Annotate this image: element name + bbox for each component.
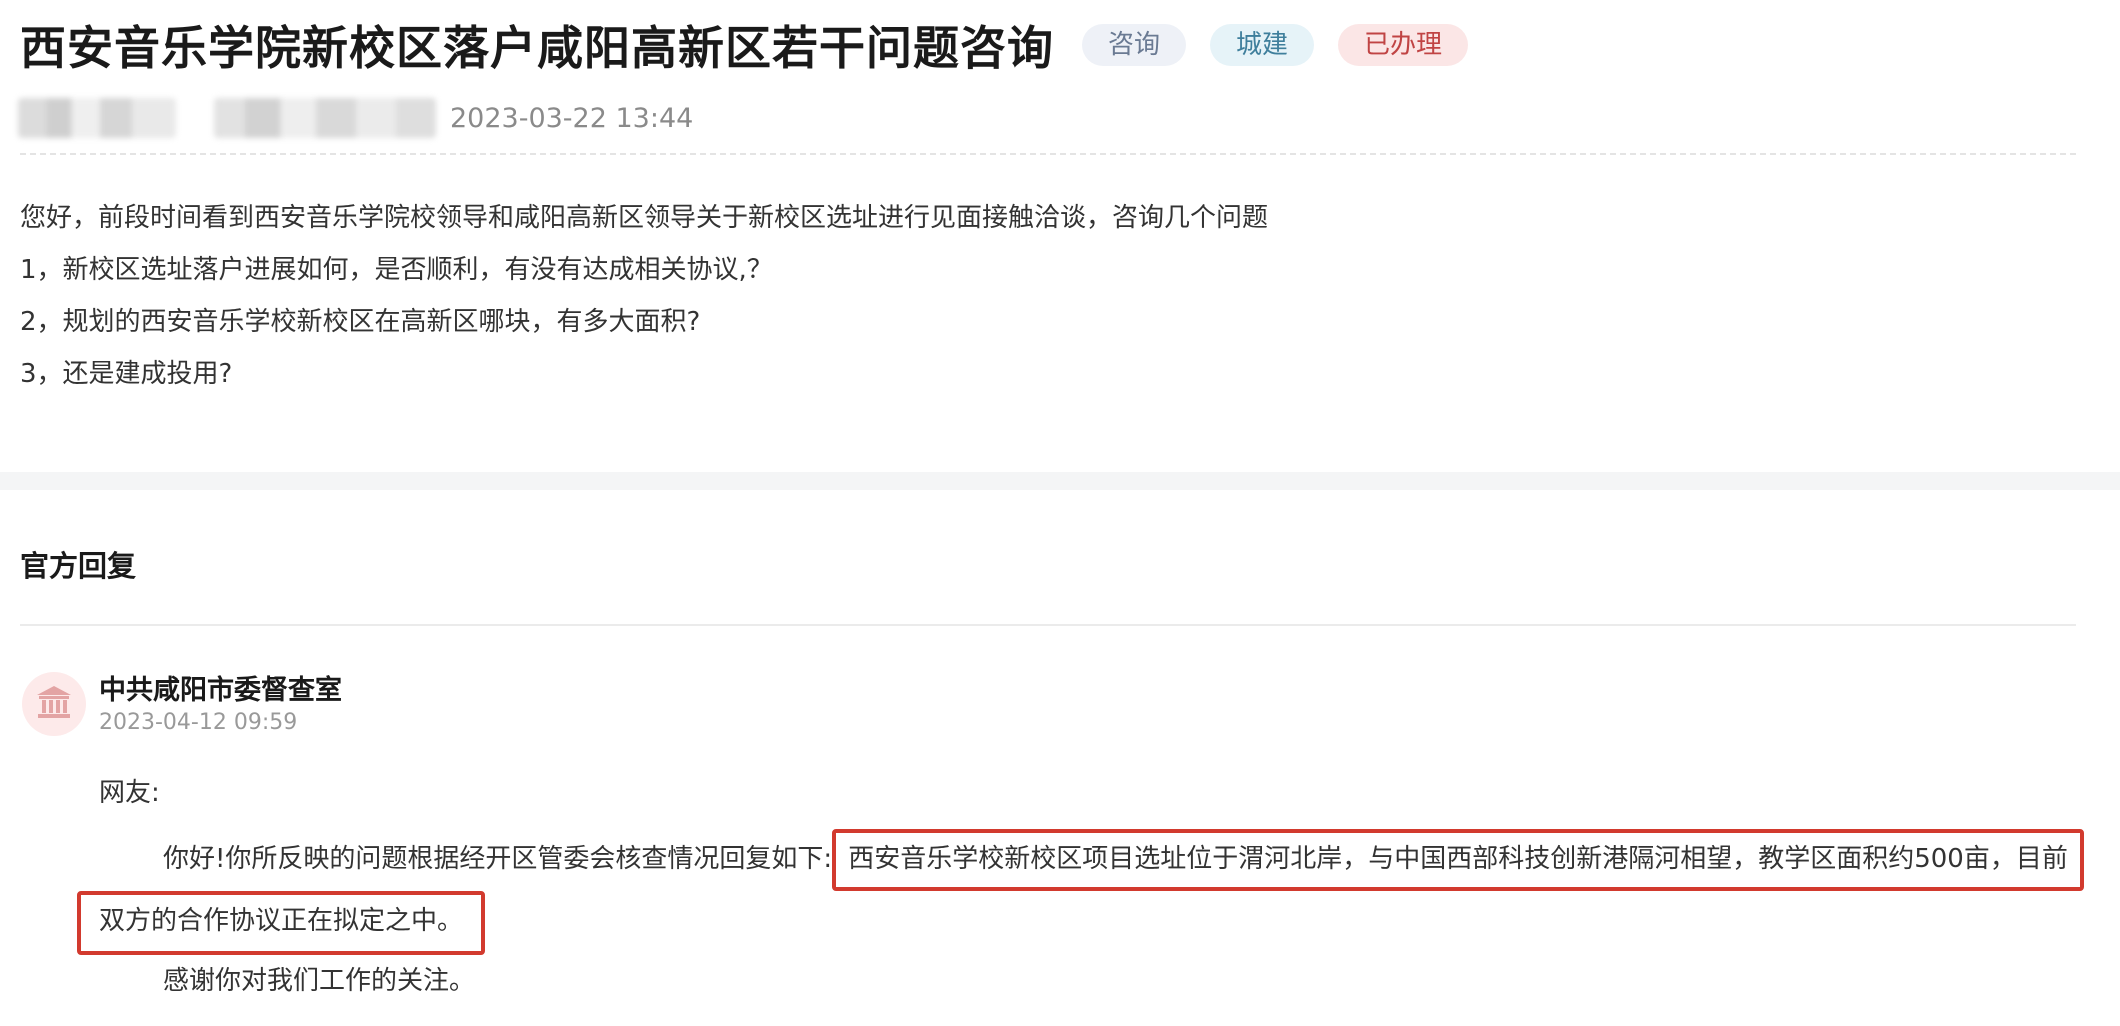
question-line: 您好，前段时间看到西安音乐学院校领导和咸阳高新区领导关于新校区选址进行见面接触洽… [20,203,1269,233]
question-body: 您好，前段时间看到西安音乐学院校领导和咸阳高新区领导关于新校区选址进行见面接触洽… [20,192,2090,400]
divider [20,153,2076,155]
reply-body: 网友: 你好!你所反映的问题根据经开区管委会核查情况回复如下: 西安音乐学校新校区… [77,767,2084,1007]
question-line: 3，还是建成投用? [20,359,233,389]
reply-time: 2023-04-12 09:59 [99,710,298,735]
reply-intro: 你好!你所反映的问题根据经开区管委会核查情况回复如下: [163,844,833,874]
category-tag-consult[interactable]: 咨询 [1082,24,1187,66]
blurred-author-name [18,98,176,138]
post-meta: 2023-03-22 13:44 [18,96,693,140]
question-line: 2，规划的西安音乐学校新校区在高新区哪块，有多大面积? [20,307,701,337]
section-separator [0,472,2120,490]
status-badge: 已办理 [1338,24,1469,66]
reply-closing: 感谢你对我们工作的关注。 [163,966,476,996]
category-tag-construction[interactable]: 城建 [1210,24,1315,66]
blurred-author-info [214,98,436,138]
reply-salutation: 网友: [99,778,160,808]
title-row: 西安音乐学院新校区落户咸阳高新区若干问题咨询 咨询 城建 已办理 [20,12,1469,78]
reply-heading: 官方回复 [20,549,137,583]
divider [20,624,2076,626]
page-title: 西安音乐学院新校区落户咸阳高新区若干问题咨询 [20,21,1054,75]
highlight-box: 西安音乐学校新校区项目选址位于渭河北岸，与中国西部科技创新港隔河相望，教学区面积… [832,829,2084,891]
reply-org-name: 中共咸阳市委督查室 [99,675,342,706]
post-time: 2023-03-22 13:44 [450,102,694,134]
avatar [22,672,86,736]
question-line: 1，新校区选址落户进展如何，是否顺利，有没有达成相关协议,？ [20,255,773,285]
reply-paragraph: 你好!你所反映的问题根据经开区管委会核查情况回复如下: 西安音乐学校新校区项目选址… [99,829,2084,891]
highlight-box: 双方的合作协议正在拟定之中。 [77,891,486,955]
government-building-icon [34,682,74,726]
reply-paragraph-cont: 双方的合作协议正在拟定之中。 [77,891,2079,955]
